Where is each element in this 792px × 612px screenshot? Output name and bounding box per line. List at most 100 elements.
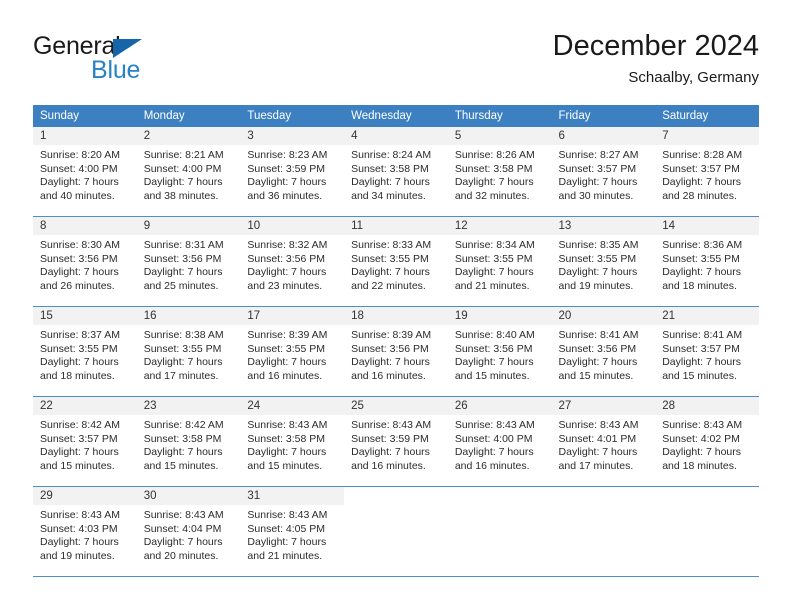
day-cell[interactable]: 18 Sunrise: 8:39 AM Sunset: 3:56 PM Dayligh… (344, 307, 448, 396)
day-number: 30 (136, 487, 241, 505)
day-number: 7 (655, 127, 759, 145)
day-cell[interactable]: 15 Sunrise: 8:37 AM Sunset: 3:55 PM Dayligh… (33, 307, 137, 396)
calendar-cell: 7 Sunrise: 8:28 AM Sunset: 3:57 PM Daylight… (655, 127, 759, 217)
calendar-cell: 30 Sunrise: 8:43 AM Sunset: 4:04 PM Dayligh… (136, 486, 241, 577)
general-blue-logo[interactable]: General Blue (33, 32, 253, 90)
day-cell[interactable]: 12 Sunrise: 8:34 AM Sunset: 3:55 PM Dayligh… (447, 217, 552, 306)
day-cell[interactable]: 16 Sunrise: 8:38 AM Sunset: 3:55 PM Dayligh… (136, 307, 241, 396)
day-cell[interactable]: 31 Sunrise: 8:43 AM Sunset: 4:05 PM Dayligh… (240, 487, 345, 576)
day-number: 27 (551, 397, 656, 415)
day-cell[interactable]: 9 Sunrise: 8:31 AM Sunset: 3:56 PM Daylight… (136, 217, 241, 306)
sunrise-text: Sunrise: 8:43 AM (247, 509, 328, 521)
daylight-text-line1: Daylight: 7 hours (558, 176, 638, 189)
daylight-text-line1: Daylight: 7 hours (247, 536, 327, 549)
day-cell[interactable]: 2 Sunrise: 8:21 AM Sunset: 4:00 PM Daylight… (136, 127, 241, 216)
sunrise-text: Sunrise: 8:39 AM (247, 329, 328, 341)
day-cell[interactable]: 13 Sunrise: 8:35 AM Sunset: 3:55 PM Dayligh… (551, 217, 656, 306)
day-info: Sunrise: 8:36 AM Sunset: 3:55 PM Daylight:… (655, 235, 759, 293)
day-cell[interactable]: 11 Sunrise: 8:33 AM Sunset: 3:55 PM Dayligh… (344, 217, 448, 306)
sunrise-text: Sunrise: 8:20 AM (40, 149, 120, 161)
day-info: Sunrise: 8:43 AM Sunset: 3:58 PM Daylight:… (240, 415, 344, 473)
sunrise-text: Sunrise: 8:43 AM (143, 509, 224, 521)
day-cell[interactable]: 20 Sunrise: 8:41 AM Sunset: 3:56 PM Dayligh… (551, 307, 656, 396)
weekday-header-monday: Monday (136, 105, 241, 127)
daylight-text-line1: Daylight: 7 hours (351, 266, 430, 279)
sunrise-text: Sunrise: 8:43 AM (662, 419, 743, 431)
day-cell[interactable]: 6 Sunrise: 8:27 AM Sunset: 3:57 PM Daylight… (551, 127, 656, 216)
sunset-text: Sunset: 3:57 PM (40, 432, 118, 445)
day-cell[interactable]: 30 Sunrise: 8:43 AM Sunset: 4:04 PM Dayligh… (136, 487, 241, 576)
daylight-text-line2: and 15 minutes. (143, 459, 219, 472)
daylight-text-line2: and 34 minutes. (351, 189, 426, 202)
day-cell[interactable]: 1 Sunrise: 8:20 AM Sunset: 4:00 PM Daylight… (33, 127, 137, 216)
day-cell[interactable]: 28 Sunrise: 8:43 AM Sunset: 4:02 PM Dayligh… (655, 397, 759, 486)
day-cell[interactable]: 23 Sunrise: 8:42 AM Sunset: 3:58 PM Dayligh… (136, 397, 241, 486)
day-cell[interactable]: 22 Sunrise: 8:42 AM Sunset: 3:57 PM Dayligh… (33, 397, 137, 486)
day-cell[interactable]: 3 Sunrise: 8:23 AM Sunset: 3:59 PM Daylight… (240, 127, 345, 216)
day-info: Sunrise: 8:43 AM Sunset: 4:00 PM Daylight:… (448, 415, 552, 473)
calendar-cell: 24 Sunrise: 8:43 AM Sunset: 3:58 PM Dayligh… (240, 396, 345, 487)
daylight-text-line1: Daylight: 7 hours (662, 356, 742, 369)
day-info: Sunrise: 8:26 AM Sunset: 3:58 PM Daylight:… (448, 145, 552, 203)
daylight-text-line1: Daylight: 7 hours (143, 176, 223, 189)
daylight-text-line2: and 21 minutes. (247, 549, 323, 562)
calendar-cell: 13 Sunrise: 8:35 AM Sunset: 3:55 PM Dayligh… (551, 216, 656, 307)
sunset-text: Sunset: 3:57 PM (662, 162, 740, 175)
daylight-text-line1: Daylight: 7 hours (662, 446, 742, 459)
daylight-text-line1: Daylight: 7 hours (558, 446, 638, 459)
sunset-text: Sunset: 3:57 PM (558, 162, 637, 175)
daylight-text-line1: Daylight: 7 hours (454, 176, 534, 189)
daylight-text-line2: and 38 minutes. (143, 189, 219, 202)
day-info: Sunrise: 8:42 AM Sunset: 3:57 PM Daylight:… (33, 415, 137, 473)
day-cell[interactable]: 24 Sunrise: 8:43 AM Sunset: 3:58 PM Dayligh… (240, 397, 345, 486)
day-number (344, 487, 448, 505)
sunset-text: Sunset: 3:56 PM (558, 342, 637, 355)
day-number: 10 (240, 217, 345, 235)
day-cell[interactable]: 7 Sunrise: 8:28 AM Sunset: 3:57 PM Daylight… (655, 127, 759, 216)
sunset-text: Sunset: 3:56 PM (454, 342, 533, 355)
daylight-text-line1: Daylight: 7 hours (454, 356, 534, 369)
day-info: Sunrise: 8:34 AM Sunset: 3:55 PM Daylight:… (448, 235, 552, 293)
day-number: 22 (33, 397, 137, 415)
day-cell[interactable]: 8 Sunrise: 8:30 AM Sunset: 3:56 PM Daylight… (33, 217, 137, 306)
day-cell[interactable]: 26 Sunrise: 8:43 AM Sunset: 4:00 PM Dayligh… (447, 397, 552, 486)
daylight-text-line1: Daylight: 7 hours (143, 536, 223, 549)
daylight-text-line2: and 20 minutes. (143, 549, 219, 562)
day-cell[interactable]: 17 Sunrise: 8:39 AM Sunset: 3:55 PM Dayligh… (240, 307, 345, 396)
sunrise-text: Sunrise: 8:27 AM (558, 149, 639, 161)
daylight-text-line1: Daylight: 7 hours (247, 266, 327, 279)
day-cell[interactable]: 25 Sunrise: 8:43 AM Sunset: 3:59 PM Dayligh… (344, 397, 448, 486)
day-cell[interactable]: 10 Sunrise: 8:32 AM Sunset: 3:56 PM Dayligh… (240, 217, 345, 306)
day-number: 2 (136, 127, 241, 145)
day-cell[interactable]: 27 Sunrise: 8:43 AM Sunset: 4:01 PM Dayligh… (551, 397, 656, 486)
calendar-cell: 31 Sunrise: 8:43 AM Sunset: 4:05 PM Dayligh… (240, 486, 345, 577)
day-number: 3 (240, 127, 345, 145)
sunrise-text: Sunrise: 8:38 AM (143, 329, 224, 341)
calendar-cell: 29 Sunrise: 8:43 AM Sunset: 4:03 PM Dayligh… (33, 486, 137, 577)
calendar-cell (655, 486, 759, 577)
sunrise-text: Sunrise: 8:32 AM (247, 239, 328, 251)
day-number: 26 (447, 397, 552, 415)
day-number (551, 487, 656, 505)
sunset-text: Sunset: 3:56 PM (40, 252, 118, 265)
day-number: 8 (33, 217, 137, 235)
sunrise-text: Sunrise: 8:34 AM (454, 239, 535, 251)
day-cell[interactable]: 19 Sunrise: 8:40 AM Sunset: 3:56 PM Dayligh… (447, 307, 552, 396)
daylight-text-line1: Daylight: 7 hours (558, 266, 638, 279)
day-cell[interactable]: 4 Sunrise: 8:24 AM Sunset: 3:58 PM Daylight… (344, 127, 448, 216)
day-cell[interactable]: 14 Sunrise: 8:36 AM Sunset: 3:55 PM Dayligh… (655, 217, 759, 306)
day-number: 12 (447, 217, 552, 235)
day-cell[interactable]: 5 Sunrise: 8:26 AM Sunset: 3:58 PM Daylight… (447, 127, 552, 216)
day-cell[interactable]: 21 Sunrise: 8:41 AM Sunset: 3:57 PM Dayligh… (655, 307, 759, 396)
day-number: 9 (136, 217, 241, 235)
day-number: 13 (551, 217, 656, 235)
calendar-cell: 12 Sunrise: 8:34 AM Sunset: 3:55 PM Dayligh… (447, 216, 552, 307)
calendar-week-row: 29 Sunrise: 8:43 AM Sunset: 4:03 PM Dayligh… (33, 486, 759, 577)
day-cell[interactable]: 29 Sunrise: 8:43 AM Sunset: 4:03 PM Dayligh… (33, 487, 137, 576)
daylight-text-line1: Daylight: 7 hours (143, 266, 223, 279)
sunset-text: Sunset: 4:00 PM (143, 162, 222, 175)
calendar-cell: 9 Sunrise: 8:31 AM Sunset: 3:56 PM Daylight… (136, 216, 241, 307)
daylight-text-line2: and 16 minutes. (351, 369, 426, 382)
daylight-text-line1: Daylight: 7 hours (143, 356, 223, 369)
day-info: Sunrise: 8:32 AM Sunset: 3:56 PM Daylight:… (240, 235, 344, 293)
